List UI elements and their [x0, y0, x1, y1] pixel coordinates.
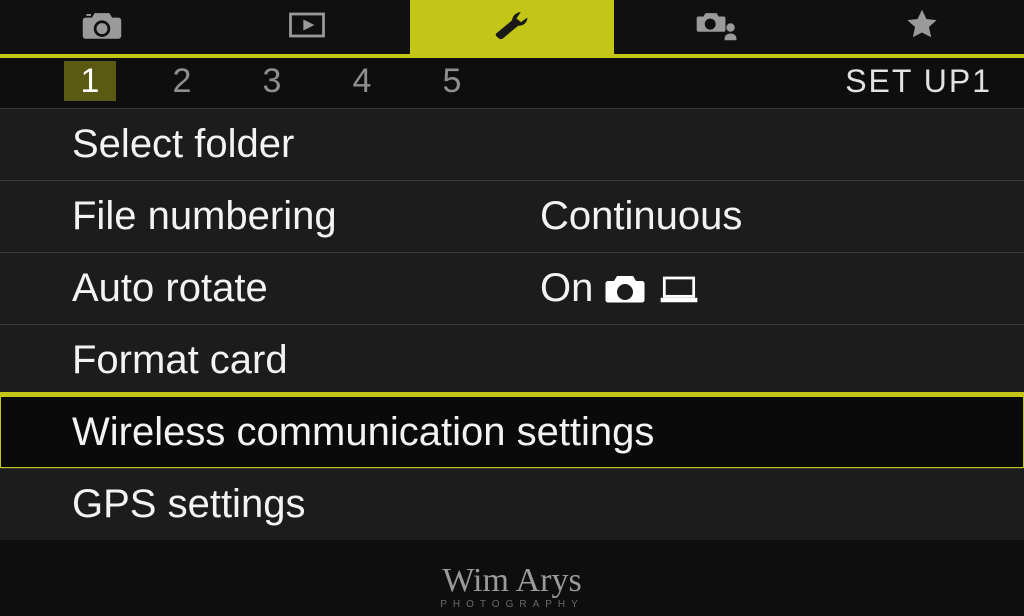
menu-item-value: Continuous — [540, 194, 742, 239]
menu-item-file-numbering[interactable]: File numbering Continuous — [0, 180, 1024, 252]
sub-tab-row: 1 2 3 4 5 SET UP1 — [0, 58, 1024, 104]
camera-icon — [80, 8, 124, 47]
settings-menu: Select folder File numbering Continuous … — [0, 108, 1024, 540]
tab-play[interactable] — [205, 0, 410, 54]
tab-custom[interactable] — [614, 0, 819, 54]
menu-item-label: Wireless communication settings — [72, 410, 654, 455]
star-icon — [900, 8, 944, 47]
menu-item-label: Auto rotate — [72, 266, 268, 311]
tab-mymenu[interactable] — [819, 0, 1024, 54]
tab-setup[interactable] — [410, 0, 615, 54]
menu-item-value: On — [540, 266, 701, 311]
menu-item-auto-rotate[interactable]: Auto rotate On — [0, 252, 1024, 324]
camera-person-icon — [695, 8, 739, 47]
menu-item-select-folder[interactable]: Select folder — [0, 108, 1024, 180]
sub-tab-4[interactable]: 4 — [338, 61, 386, 101]
menu-item-label: Format card — [72, 338, 288, 383]
wrench-icon — [490, 8, 534, 47]
laptop-icon — [657, 271, 701, 307]
tab-shoot[interactable] — [0, 0, 205, 54]
top-tab-bar — [0, 0, 1024, 54]
page-section-label: SET UP1 — [845, 58, 992, 104]
sub-tab-3[interactable]: 3 — [248, 61, 296, 101]
camera-solid-icon — [603, 271, 647, 307]
watermark-sub: PHOTOGRAPHY — [440, 600, 584, 610]
watermark-main: Wim Arys — [442, 562, 581, 599]
menu-item-format-card[interactable]: Format card — [0, 324, 1024, 396]
playback-icon — [285, 8, 329, 47]
camera-menu-screen: 1 2 3 4 5 SET UP1 Select folder File num… — [0, 0, 1024, 616]
menu-item-value-text: On — [540, 266, 593, 311]
menu-item-gps-settings[interactable]: GPS settings — [0, 468, 1024, 540]
menu-item-label: GPS settings — [72, 482, 305, 527]
sub-tab-5[interactable]: 5 — [428, 61, 476, 101]
menu-item-wireless-settings[interactable]: Wireless communication settings — [0, 396, 1024, 468]
sub-tab-2[interactable]: 2 — [158, 61, 206, 101]
sub-tab-1[interactable]: 1 — [64, 61, 116, 101]
menu-item-label: File numbering — [72, 194, 337, 239]
menu-item-label: Select folder — [72, 122, 294, 167]
watermark: Wim Arys PHOTOGRAPHY — [440, 564, 584, 610]
